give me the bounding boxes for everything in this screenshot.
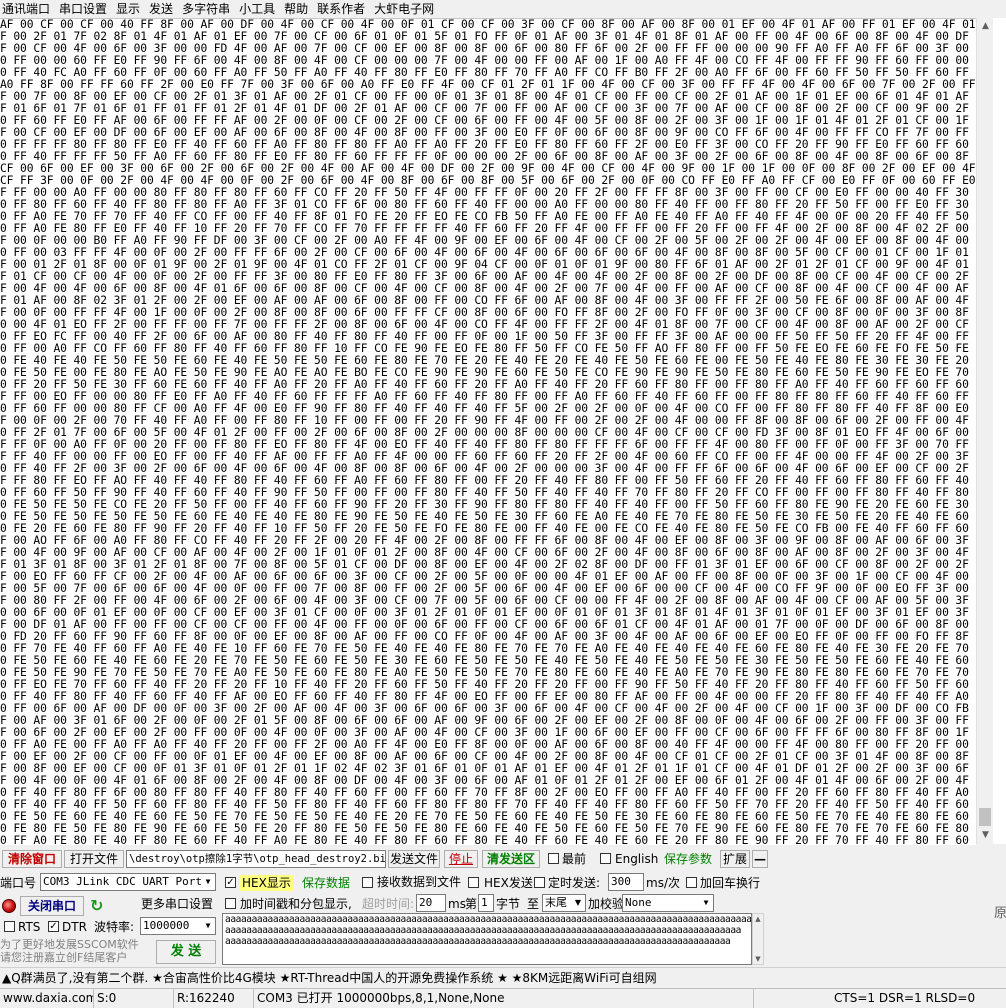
save-params-button[interactable]: 保存参数 xyxy=(660,850,716,868)
collapse-button[interactable]: — xyxy=(752,850,768,868)
promo-line-2: 请您注册嘉立创F结尾客户 xyxy=(0,951,128,964)
port-label: 端口号 xyxy=(0,876,37,890)
hex-send-label: HEX发送 xyxy=(484,876,533,890)
timeout-input[interactable]: 20 xyxy=(416,894,446,912)
timed-send-checkbox[interactable] xyxy=(534,877,545,888)
status-bar: www.daxia.com S:0 R:162240 COM3 已打开 1000… xyxy=(0,988,1006,1008)
receive-scrollbar[interactable]: ▲ ▼ xyxy=(976,18,994,844)
send-line: aaaaaaaaaaaaaaaaaaaaaaaaaaaaaaaaaaaaaaaa… xyxy=(225,925,741,936)
send-line: aaaaaaaaaaaaaaaaaaaaaaaaaaaaaaaaaaaaaaaa… xyxy=(225,936,731,947)
timestamp-label: 加时间戳和分包显示, xyxy=(240,897,352,911)
chevron-down-icon: ▼ xyxy=(201,918,215,934)
open-file-button[interactable]: 打开文件 xyxy=(64,850,124,868)
menu-item-tools[interactable]: 小工具 xyxy=(237,0,282,18)
checksum-select[interactable]: None ▼ xyxy=(622,894,714,912)
menu-item-send[interactable]: 发送 xyxy=(147,0,180,18)
send-line: aaaaaaaaaaaaaaaaaaaaaaaaaaaaaaaaaaaaaaaa… xyxy=(225,914,752,925)
menu-item-port[interactable]: 通讯端口 xyxy=(0,0,57,18)
status-modem-lines: CTS=1 DSR=1 RLSD=0 xyxy=(834,991,976,1005)
byte-label: 字节 xyxy=(496,897,521,911)
clear-window-button[interactable]: 清除窗口 xyxy=(2,850,62,868)
menu-item-contact[interactable]: 联系作者 xyxy=(315,0,372,18)
timestamp-checkbox[interactable] xyxy=(225,898,236,909)
expand-button[interactable]: 扩展 xyxy=(720,850,750,868)
chevron-down-icon: ▼ xyxy=(571,895,585,911)
scroll-up-arrow-icon[interactable]: ▲ xyxy=(977,18,994,35)
port-select[interactable]: COM3 JLink CDC UART Port ▼ xyxy=(40,873,216,891)
receive-line: 0 FF A0 FE 80 FE 40 FF 80 FE 60 FF 40 FF… xyxy=(0,834,976,846)
timed-unit-label: ms/次 xyxy=(646,876,680,890)
to-position-select[interactable]: 末尾 ▼ xyxy=(542,894,586,912)
hex-send-checkbox[interactable] xyxy=(468,877,479,888)
crlf-checkbox[interactable] xyxy=(686,877,697,888)
menu-item-serial-settings[interactable]: 串口设置 xyxy=(57,0,114,18)
baud-select[interactable]: 1000000 ▼ xyxy=(140,917,216,935)
hex-display-label: HEX显示 xyxy=(239,875,294,891)
stop-button[interactable]: 停止 xyxy=(444,850,478,868)
send-file-button[interactable]: 发送文件 xyxy=(388,850,440,868)
close-port-button[interactable]: 关闭串口 xyxy=(20,896,84,916)
menu-bar: 通讯端口 串口设置 显示 发送 多字符串 小工具 帮助 联系作者 大虾电子网 xyxy=(0,0,1006,18)
more-settings-button[interactable]: 更多串口设置 xyxy=(138,895,216,913)
port-status-led-icon xyxy=(2,899,16,913)
status-sent-count: S:0 xyxy=(94,989,174,1008)
crlf-label: 加回车换行 xyxy=(700,876,761,890)
menu-item-daxia-website[interactable]: 大虾电子网 xyxy=(372,0,441,18)
chevron-down-icon: ▼ xyxy=(699,895,713,911)
rts-checkbox[interactable] xyxy=(4,921,15,932)
refresh-icon[interactable]: ↻ xyxy=(90,898,103,914)
status-received-count: R:162240 xyxy=(174,989,254,1008)
file-path-input[interactable]: \destroy\otp擦除1字节\otp_head_destroy2.bin xyxy=(126,850,386,868)
scroll-down-arrow-icon[interactable]: ▼ xyxy=(753,954,763,964)
receive-area[interactable]: AF 00 CF 00 CF 00 40 FF 8F 00 AF 00 DF 0… xyxy=(0,18,976,845)
timeout-unit-label: ms xyxy=(448,897,466,911)
recv-to-file-button[interactable]: 接收数据到文件 xyxy=(376,873,462,891)
timeout-label: 超时时间: xyxy=(362,897,415,911)
timed-send-label: 定时发送: xyxy=(548,876,601,890)
hex-display-checkbox[interactable]: ✓ xyxy=(225,877,236,888)
ad-text[interactable]: ▲Q群满员了,没有第二个群. ★合宙高性价比4G模块 ★RT-Thread中国人… xyxy=(2,970,657,986)
english-label: English xyxy=(615,852,659,866)
status-website[interactable]: www.daxia.com xyxy=(0,989,94,1008)
nth-label: 第 xyxy=(465,897,478,911)
recv-to-file-checkbox[interactable] xyxy=(362,877,373,888)
chevron-down-icon: ▼ xyxy=(201,874,215,890)
send-area-scrollbar[interactable]: ▲ ▼ xyxy=(752,913,764,965)
send-button[interactable]: 发 送 xyxy=(156,940,216,964)
scroll-down-arrow-icon[interactable]: ▼ xyxy=(977,827,994,844)
dtr-label: DTR xyxy=(62,920,87,934)
rts-label: RTS xyxy=(18,920,41,934)
topmost-checkbox[interactable] xyxy=(548,853,559,864)
menu-item-display[interactable]: 显示 xyxy=(114,0,147,18)
dtr-checkbox[interactable]: ✓ xyxy=(48,921,59,932)
nth-byte-input[interactable]: 1 xyxy=(478,894,494,912)
save-data-button[interactable]: 保存数据 xyxy=(298,874,354,892)
scroll-thumb[interactable] xyxy=(979,808,991,826)
checksum-label: 加校验 xyxy=(588,897,625,911)
menu-item-multi-string[interactable]: 多字符串 xyxy=(180,0,237,18)
port-select-value: COM3 JLink CDC UART Port xyxy=(43,875,202,888)
checksum-value: None xyxy=(625,896,652,909)
to-label: 至 xyxy=(527,897,540,911)
baud-select-value: 1000000 xyxy=(143,919,190,932)
status-port-info: COM3 已打开 1000000bps,8,1,None,None xyxy=(254,989,754,1008)
send-text-area[interactable]: aaaaaaaaaaaaaaaaaaaaaaaaaaaaaaaaaaaaaaaa… xyxy=(222,913,752,965)
english-checkbox[interactable] xyxy=(600,853,611,864)
to-position-value: 末尾 xyxy=(545,896,567,909)
clear-send-area-button[interactable]: 清发送区 xyxy=(482,850,540,868)
menu-item-help[interactable]: 帮助 xyxy=(282,0,315,18)
right-panel xyxy=(993,18,1006,844)
side-truncated-char: 原 xyxy=(994,906,1006,921)
ad-bar: ▲Q群满员了,没有第二个群. ★合宙高性价比4G模块 ★RT-Thread中国人… xyxy=(0,967,1006,988)
baud-label: 波特率: xyxy=(94,920,135,934)
topmost-label: 最前 xyxy=(562,852,587,866)
scroll-up-arrow-icon[interactable]: ▲ xyxy=(753,914,763,924)
timed-interval-input[interactable]: 300 xyxy=(608,873,644,891)
promo-line-1: 为了更好地发展SSCOM软件 xyxy=(0,938,139,951)
